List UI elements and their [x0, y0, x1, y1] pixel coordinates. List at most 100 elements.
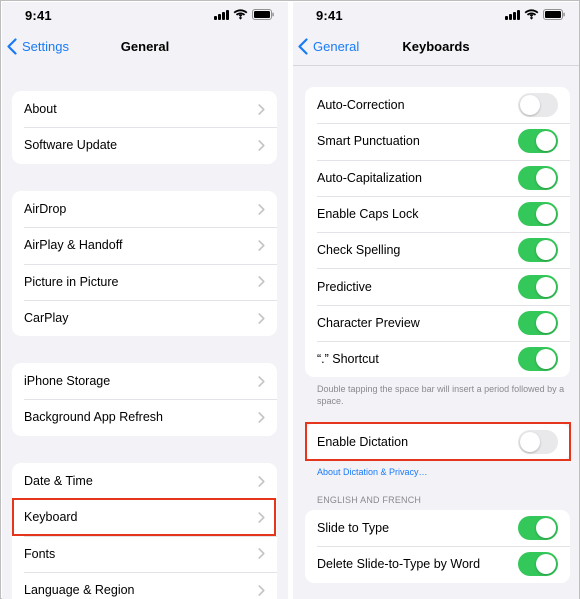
toggle-label: Enable Dictation — [317, 435, 409, 450]
predictive-switch[interactable] — [518, 274, 558, 299]
settings-item-label: Fonts — [24, 546, 56, 561]
settings-group-regional: Date & Time Keyboard Fonts Language & Re… — [12, 463, 277, 599]
toggle-label: Smart Punctuation — [317, 134, 420, 149]
enable-caps-lock-switch[interactable] — [518, 202, 558, 227]
chevron-right-icon — [258, 475, 265, 487]
navigation-bar: General Keyboards — [293, 28, 579, 66]
settings-group-storage: iPhone Storage Background App Refresh — [12, 363, 277, 436]
section-header: ENGLISH AND FRENCH — [317, 495, 422, 505]
chevron-right-icon — [258, 240, 265, 251]
toggle-row-character-preview: Character Preview — [305, 304, 570, 341]
switch-knob — [536, 167, 556, 188]
auto-capitalization-switch[interactable] — [518, 165, 558, 190]
settings-item-about[interactable]: About — [12, 91, 277, 127]
settings-item-software-update[interactable]: Software Update — [12, 127, 277, 163]
chevron-right-icon — [258, 203, 265, 215]
settings-item-picture-in-picture[interactable]: Picture in Picture — [12, 263, 277, 300]
chevron-right-icon — [258, 140, 265, 151]
battery-icon — [543, 9, 565, 20]
settings-item-fonts[interactable]: Fonts — [12, 535, 277, 572]
delete-slide-to-type-switch[interactable] — [518, 552, 558, 577]
status-icons — [214, 9, 274, 20]
settings-item-airplay-handoff[interactable]: AirPlay & Handoff — [12, 227, 277, 263]
period-shortcut-switch[interactable] — [518, 347, 558, 372]
screenshot-frame: 9:41 Settings General About Software Upd… — [0, 0, 580, 599]
switch-knob — [520, 432, 540, 453]
toggle-label: Auto-Correction — [317, 98, 405, 113]
settings-group-about: About Software Update — [12, 91, 277, 164]
chevron-right-icon — [258, 375, 265, 387]
switch-knob — [536, 204, 556, 225]
settings-item-label: Date & Time — [24, 474, 93, 489]
toggle-row-enable-dictation: Enable Dictation — [305, 424, 570, 460]
toggle-row-predictive: Predictive — [305, 268, 570, 304]
status-time: 9:41 — [25, 8, 52, 23]
toggle-row-period-shortcut: “.” Shortcut — [305, 341, 570, 377]
chevron-right-icon — [258, 548, 265, 560]
settings-item-keyboard[interactable]: Keyboard — [12, 499, 277, 535]
toggle-label: Auto-Capitalization — [317, 170, 422, 185]
wifi-icon — [524, 9, 539, 20]
page-title: General — [120, 39, 170, 54]
settings-item-label: Language & Region — [24, 583, 135, 598]
settings-group-connectivity: AirDrop AirPlay & Handoff Picture in Pic… — [12, 191, 277, 337]
settings-item-label: Picture in Picture — [24, 274, 119, 289]
settings-item-language-region[interactable]: Language & Region — [12, 571, 277, 599]
toggle-label: Enable Caps Lock — [317, 207, 419, 222]
cellular-signal-icon — [505, 9, 520, 20]
keyboard-options-group: Auto-Correction Smart Punctuation Auto-C… — [305, 87, 570, 378]
toggle-row-auto-correction: Auto-Correction — [305, 87, 570, 123]
settings-item-label: Keyboard — [24, 510, 78, 525]
status-time: 9:41 — [316, 8, 343, 23]
toggle-label: “.” Shortcut — [317, 352, 379, 367]
settings-item-date-time[interactable]: Date & Time — [12, 463, 277, 499]
settings-item-label: iPhone Storage — [24, 374, 111, 389]
chevron-right-icon — [258, 512, 265, 523]
character-preview-switch[interactable] — [518, 310, 558, 335]
slide-to-type-switch[interactable] — [518, 516, 558, 541]
switch-knob — [536, 240, 556, 261]
settings-item-background-app-refresh[interactable]: Background App Refresh — [12, 399, 277, 435]
wifi-icon — [233, 9, 248, 20]
toggle-label: Predictive — [317, 279, 372, 294]
chevron-right-icon — [258, 276, 265, 288]
toggle-row-enable-caps-lock: Enable Caps Lock — [305, 195, 570, 232]
settings-item-label: Background App Refresh — [24, 410, 163, 425]
settings-item-label: AirPlay & Handoff — [24, 238, 123, 253]
switch-knob — [536, 131, 556, 152]
settings-item-airdrop[interactable]: AirDrop — [12, 191, 277, 227]
general-settings-screen: 9:41 Settings General About Software Upd… — [2, 2, 288, 599]
switch-knob — [536, 518, 556, 539]
status-bar: 9:41 — [2, 2, 288, 28]
switch-knob — [536, 554, 556, 575]
settings-item-iphone-storage[interactable]: iPhone Storage — [12, 363, 277, 399]
chevron-right-icon — [258, 103, 265, 115]
toggle-label: Slide to Type — [317, 521, 390, 536]
settings-item-label: CarPlay — [24, 311, 69, 326]
toggle-row-slide-to-type: Slide to Type — [305, 510, 570, 546]
status-icons — [505, 9, 565, 20]
switch-knob — [536, 312, 556, 333]
switch-knob — [536, 349, 556, 370]
toggle-row-smart-punctuation: Smart Punctuation — [305, 123, 570, 159]
toggle-label: Check Spelling — [317, 243, 401, 258]
shortcut-footnote: Double tapping the space bar will insert… — [317, 384, 565, 406]
check-spelling-switch[interactable] — [518, 238, 558, 263]
toggle-label: Character Preview — [317, 315, 420, 330]
dictation-group: Enable Dictation — [305, 424, 570, 461]
toggle-row-auto-capitalization: Auto-Capitalization — [305, 159, 570, 196]
switch-knob — [536, 276, 556, 297]
settings-item-label: About — [24, 102, 57, 117]
enable-dictation-switch[interactable] — [518, 430, 558, 455]
toggle-label: Delete Slide-to-Type by Word — [317, 557, 481, 572]
auto-correction-switch[interactable] — [518, 93, 558, 118]
chevron-right-icon — [258, 584, 265, 596]
settings-item-label: AirDrop — [24, 202, 67, 217]
keyboards-settings-screen: 9:41 General Keyboards Auto-Correction S… — [293, 2, 579, 599]
settings-item-carplay[interactable]: CarPlay — [12, 299, 277, 336]
toggle-row-check-spelling: Check Spelling — [305, 232, 570, 268]
cellular-signal-icon — [214, 9, 229, 20]
smart-punctuation-switch[interactable] — [518, 129, 558, 154]
dictation-privacy-link[interactable]: About Dictation & Privacy… — [317, 467, 428, 477]
switch-knob — [520, 95, 540, 116]
